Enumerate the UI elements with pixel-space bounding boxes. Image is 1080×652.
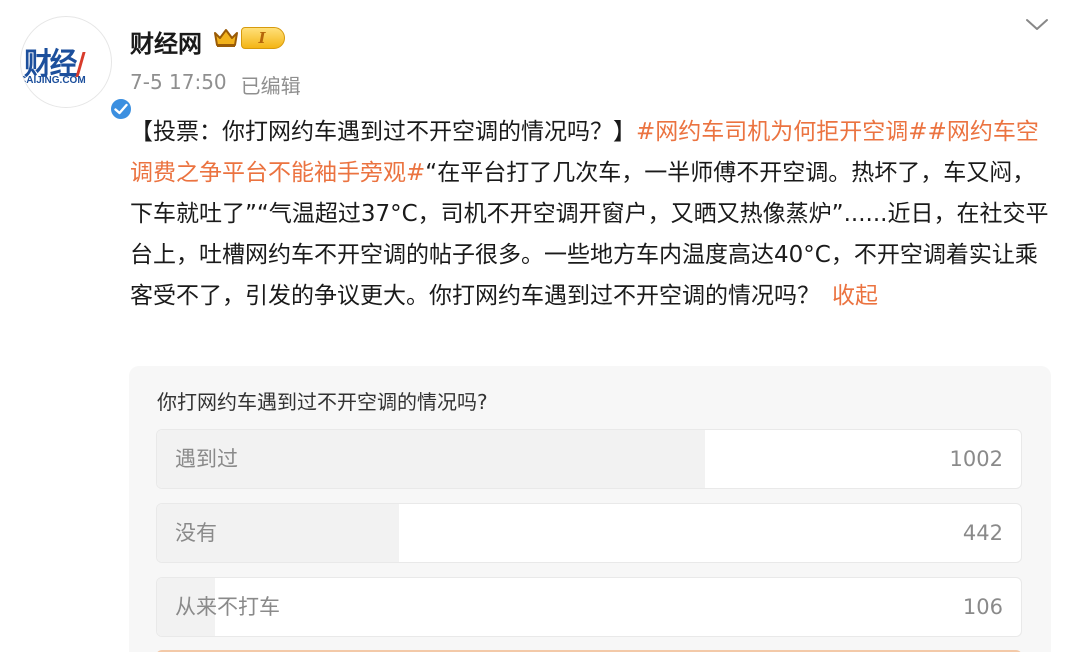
poll-option-label: 没有 — [175, 521, 217, 545]
poll-option[interactable]: 遇到过 1002 — [156, 429, 1022, 489]
avatar-logo-subtitle: CAIJING.COM — [21, 75, 86, 86]
check-icon — [114, 103, 128, 115]
post-time[interactable]: 7-5 17:50 — [130, 70, 227, 99]
weibo-post: 财经/ CAIJING.COM 财经网 I 7-5 17:50 已编辑 【投票：… — [0, 0, 1080, 652]
post-text: 【投票：你打网约车遇到过不开空调的情况吗？】#网约车司机为何拒开空调##网约车空… — [130, 112, 1054, 317]
post-text-lead: 【投票：你打网约车遇到过不开空调的情况吗？】 — [130, 119, 636, 145]
avatar[interactable]: 财经/ CAIJING.COM — [20, 16, 133, 121]
chevron-down-icon[interactable] — [1022, 12, 1052, 36]
post-meta: 7-5 17:50 已编辑 — [130, 70, 301, 99]
poll-card: 你打网约车遇到过不开空调的情况吗? 遇到过 1002 没有 442 从来不打车 … — [129, 366, 1051, 652]
poll-option-label: 遇到过 — [175, 447, 238, 471]
collapse-link[interactable]: 收起 — [832, 283, 878, 309]
author-name[interactable]: 财经网 — [130, 24, 202, 59]
poll-option-label: 从来不打车 — [175, 595, 280, 619]
poll-option-count: 106 — [962, 595, 1003, 619]
edited-label[interactable]: 已编辑 — [241, 70, 301, 99]
level-number: I — [241, 27, 285, 49]
poll-option[interactable]: 没有 442 — [156, 503, 1022, 563]
level-badge[interactable]: I — [213, 27, 285, 49]
hashtag-link[interactable]: #网约车司机为何拒开空调# — [636, 119, 928, 145]
poll-option[interactable]: 从来不打车 106 — [156, 577, 1022, 637]
poll-option-count: 1002 — [949, 447, 1003, 471]
crown-icon — [214, 29, 238, 47]
avatar-image: 财经/ CAIJING.COM — [21, 17, 113, 109]
poll-option-count: 442 — [962, 521, 1003, 545]
poll-option-fill — [157, 430, 705, 488]
poll-question: 你打网约车遇到过不开空调的情况吗? — [157, 390, 488, 414]
